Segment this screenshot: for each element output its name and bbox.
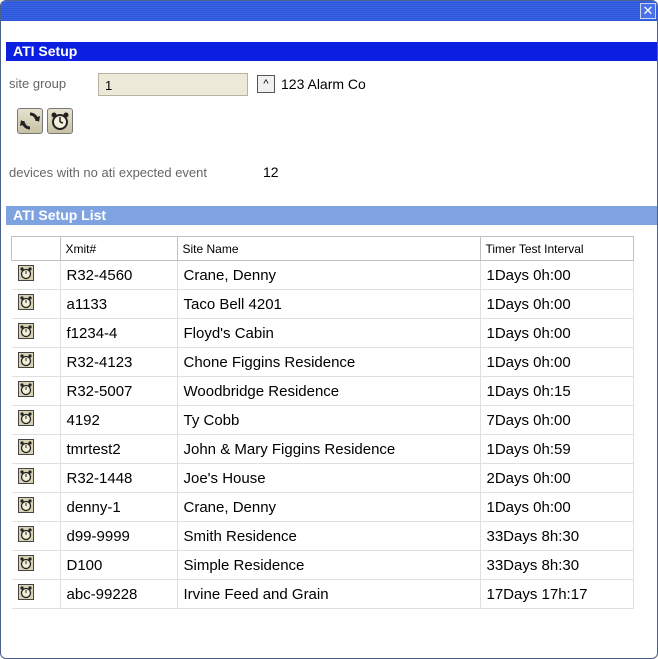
- row-xmit: R32-1448: [60, 463, 178, 493]
- ati-setup-header: ATI Setup: [6, 42, 657, 61]
- table-row[interactable]: abc-99228 Irvine Feed and Grain 17Days 17h…: [11, 579, 634, 609]
- row-alarm-cell[interactable]: [11, 579, 61, 609]
- row-alarm-cell[interactable]: [11, 347, 61, 377]
- devices-label: devices with no ati expected event: [9, 165, 208, 180]
- row-timer-interval: 1Days 0h:59: [480, 434, 634, 464]
- alarm-clock-icon[interactable]: [17, 526, 34, 542]
- column-header-site-name[interactable]: Site Name: [176, 236, 481, 261]
- row-site-name: Crane, Denny: [177, 492, 481, 522]
- row-timer-interval: 2Days 0h:00: [480, 463, 634, 493]
- row-timer-interval: 1Days 0h:00: [480, 289, 634, 319]
- row-timer-interval: 1Days 0h:00: [480, 492, 634, 522]
- row-alarm-cell[interactable]: [11, 376, 61, 406]
- column-header-timer-interval[interactable]: Timer Test Interval: [479, 236, 634, 261]
- devices-count: 12: [263, 164, 279, 180]
- row-site-name: Irvine Feed and Grain: [177, 579, 481, 609]
- table-row[interactable]: a1133 Taco Bell 4201 1Days 0h:00: [11, 289, 634, 319]
- row-xmit: R32-4123: [60, 347, 178, 377]
- site-group-label: site group: [9, 76, 67, 91]
- row-site-name: Floyd's Cabin: [177, 318, 481, 348]
- table-row[interactable]: R32-5007 Woodbridge Residence 1Days 0h:15: [11, 376, 634, 406]
- table-row[interactable]: f1234-4 Floyd's Cabin 1Days 0h:00: [11, 318, 634, 348]
- row-timer-interval: 1Days 0h:15: [480, 376, 634, 406]
- row-timer-interval: 33Days 8h:30: [480, 521, 634, 551]
- row-xmit: R32-5007: [60, 376, 178, 406]
- row-timer-interval: 1Days 0h:00: [480, 347, 634, 377]
- site-group-input[interactable]: 1: [98, 73, 248, 96]
- row-alarm-cell[interactable]: [11, 405, 61, 435]
- column-header-icon[interactable]: [11, 236, 61, 261]
- alarm-clock-icon[interactable]: [17, 497, 34, 513]
- row-site-name: Chone Figgins Residence: [177, 347, 481, 377]
- row-timer-interval: 7Days 0h:00: [480, 405, 634, 435]
- row-site-name: John & Mary Figgins Residence: [177, 434, 481, 464]
- table-row[interactable]: D100 Simple Residence 33Days 8h:30: [11, 550, 634, 580]
- ati-setup-window: ✕ ATI Setup site group 1 ^ 123 Alarm Co …: [0, 0, 658, 659]
- alarm-clock-icon[interactable]: [17, 381, 34, 397]
- row-alarm-cell[interactable]: [11, 463, 61, 493]
- row-xmit: f1234-4: [60, 318, 178, 348]
- row-site-name: Ty Cobb: [177, 405, 481, 435]
- close-button[interactable]: ✕: [640, 3, 656, 19]
- row-timer-interval: 17Days 17h:17: [480, 579, 634, 609]
- table-row[interactable]: 4192 Ty Cobb 7Days 0h:00: [11, 405, 634, 435]
- row-xmit: 4192: [60, 405, 178, 435]
- alarm-clock-icon[interactable]: [17, 265, 34, 281]
- row-alarm-cell[interactable]: [11, 260, 61, 290]
- row-xmit: R32-4560: [60, 260, 178, 290]
- row-alarm-cell[interactable]: [11, 550, 61, 580]
- alarm-button[interactable]: [47, 108, 73, 134]
- row-timer-interval: 1Days 0h:00: [480, 318, 634, 348]
- alarm-clock-icon[interactable]: [17, 410, 34, 426]
- row-xmit: denny-1: [60, 492, 178, 522]
- row-alarm-cell[interactable]: [11, 521, 61, 551]
- alarm-clock-icon[interactable]: [17, 584, 34, 600]
- row-site-name: Simple Residence: [177, 550, 481, 580]
- alarm-clock-icon[interactable]: [17, 555, 34, 571]
- window-titlebar: ✕: [1, 1, 657, 21]
- row-site-name: Woodbridge Residence: [177, 376, 481, 406]
- table-row[interactable]: denny-1 Crane, Denny 1Days 0h:00: [11, 492, 634, 522]
- row-timer-interval: 1Days 0h:00: [480, 260, 634, 290]
- row-xmit: a1133: [60, 289, 178, 319]
- row-xmit: d99-9999: [60, 521, 178, 551]
- ati-setup-table: Xmit# Site Name Timer Test Interval R32-…: [11, 236, 634, 609]
- row-site-name: Smith Residence: [177, 521, 481, 551]
- table-row[interactable]: d99-9999 Smith Residence 33Days 8h:30: [11, 521, 634, 551]
- table-row[interactable]: R32-4560 Crane, Denny 1Days 0h:00: [11, 260, 634, 290]
- row-alarm-cell[interactable]: [11, 318, 61, 348]
- table-row[interactable]: R32-4123 Chone Figgins Residence 1Days 0h:…: [11, 347, 634, 377]
- alarm-clock-icon[interactable]: [17, 439, 34, 455]
- column-header-xmit[interactable]: Xmit#: [59, 236, 178, 261]
- row-alarm-cell[interactable]: [11, 492, 61, 522]
- row-xmit: D100: [60, 550, 178, 580]
- alarm-clock-icon[interactable]: [17, 323, 34, 339]
- alarm-clock-icon[interactable]: [17, 294, 34, 310]
- row-site-name: Joe's House: [177, 463, 481, 493]
- refresh-button[interactable]: [17, 108, 43, 134]
- row-site-name: Crane, Denny: [177, 260, 481, 290]
- ati-setup-list-header: ATI Setup List: [6, 206, 657, 225]
- row-timer-interval: 33Days 8h:30: [480, 550, 634, 580]
- table-row[interactable]: tmrtest2 John & Mary Figgins Residence 1Da…: [11, 434, 634, 464]
- site-group-spin-button[interactable]: ^: [257, 75, 275, 93]
- alarm-clock-icon: [51, 112, 69, 130]
- site-group-name: 123 Alarm Co: [281, 76, 366, 92]
- refresh-icon: [20, 112, 40, 130]
- alarm-clock-icon[interactable]: [17, 468, 34, 484]
- table-row[interactable]: R32-1448 Joe's House 2Days 0h:00: [11, 463, 634, 493]
- row-alarm-cell[interactable]: [11, 289, 61, 319]
- row-xmit: tmrtest2: [60, 434, 178, 464]
- row-xmit: abc-99228: [60, 579, 178, 609]
- row-alarm-cell[interactable]: [11, 434, 61, 464]
- table-header-row: Xmit# Site Name Timer Test Interval: [11, 236, 634, 261]
- alarm-clock-icon[interactable]: [17, 352, 34, 368]
- row-site-name: Taco Bell 4201: [177, 289, 481, 319]
